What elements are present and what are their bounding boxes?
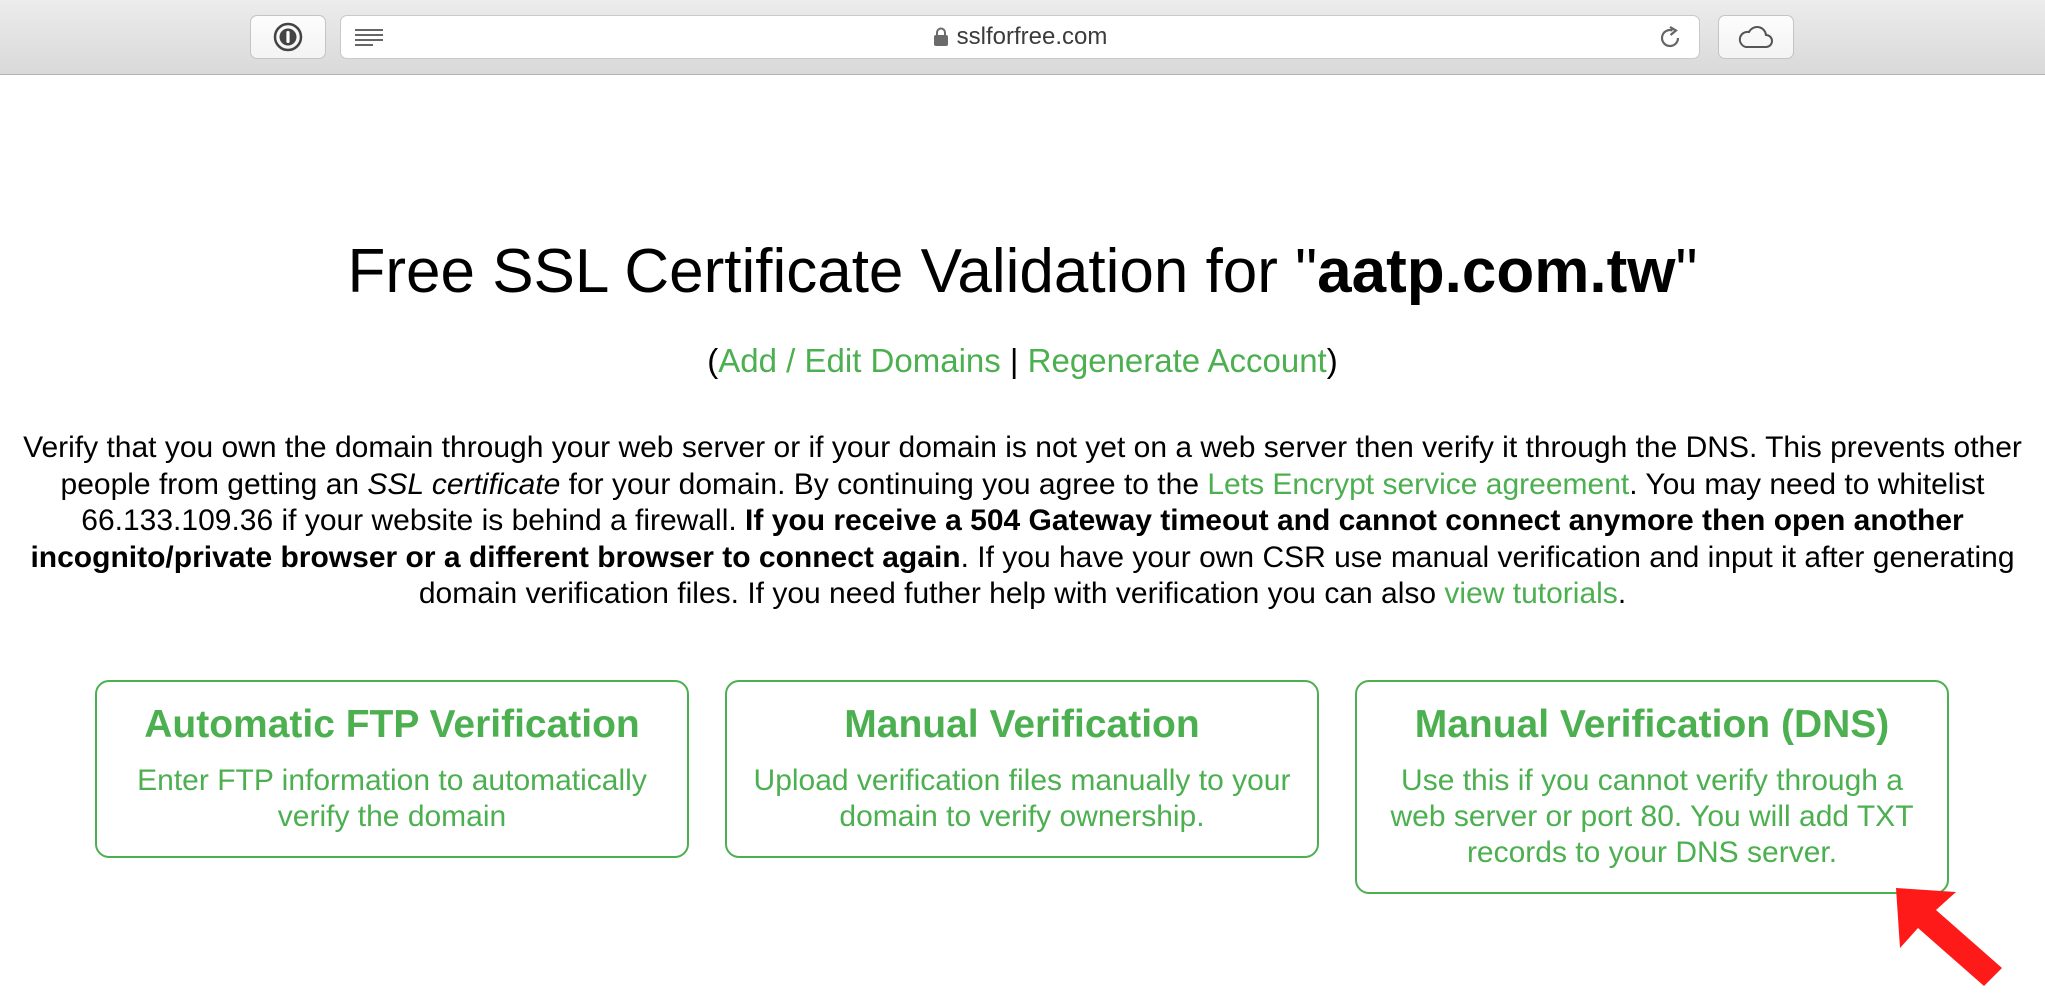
desc-part-2: for your domain. By continuing you agree… <box>560 467 1208 501</box>
card-description: Use this if you cannot verify through a … <box>1390 763 1914 869</box>
card-title: Manual Verification <box>844 703 1200 746</box>
card-description: Enter FTP information to automatically v… <box>137 763 647 833</box>
card-description: Upload verification files manually to yo… <box>753 763 1291 833</box>
lets-encrypt-agreement-link[interactable]: Lets Encrypt service agreement <box>1207 468 1629 501</box>
url-text[interactable]: sslforfree.com <box>957 23 1108 51</box>
1password-icon <box>273 22 303 52</box>
card-title: Manual Verification (DNS) <box>1414 703 1890 746</box>
add-edit-domains-link[interactable]: Add / Edit Domains <box>718 342 1000 379</box>
card-title: Automatic FTP Verification <box>144 703 640 746</box>
close-paren: ) <box>1326 342 1338 379</box>
icloud-tabs-button[interactable] <box>1718 15 1794 59</box>
reload-icon[interactable] <box>1657 25 1683 51</box>
domain-links: (Add / Edit Domains | Regenerate Account… <box>0 342 2045 380</box>
lock-icon <box>933 27 948 46</box>
cloud-icon <box>1738 26 1773 48</box>
manual-verification-card[interactable]: Manual Verification Upload verification … <box>725 680 1319 858</box>
open-paren: ( <box>707 342 719 379</box>
automatic-ftp-verification-card[interactable]: Automatic FTP Verification Enter FTP inf… <box>95 680 689 858</box>
view-tutorials-link[interactable]: view tutorials <box>1444 577 1617 610</box>
link-separator: | <box>1000 342 1028 379</box>
desc-part-5: . <box>1617 577 1627 610</box>
title-suffix: " <box>1675 237 1698 306</box>
title-domain: aatp.com.tw <box>1317 237 1676 306</box>
desc-ssl-certificate: SSL certificate <box>367 467 561 501</box>
title-prefix: Free SSL Certificate Validation for " <box>347 237 1318 306</box>
password-manager-button[interactable] <box>250 15 326 59</box>
verification-description: Verify that you own the domain through y… <box>20 430 2025 613</box>
regenerate-account-link[interactable]: Regenerate Account <box>1028 342 1327 379</box>
red-arrow-icon <box>1896 888 2002 986</box>
manual-verification-dns-card[interactable]: Manual Verification (DNS) Use this if yo… <box>1355 680 1949 894</box>
page-title: Free SSL Certificate Validation for "aat… <box>0 237 2045 306</box>
browser-toolbar: sslforfree.com <box>0 0 2045 75</box>
address-bar[interactable]: sslforfree.com <box>340 15 1700 59</box>
